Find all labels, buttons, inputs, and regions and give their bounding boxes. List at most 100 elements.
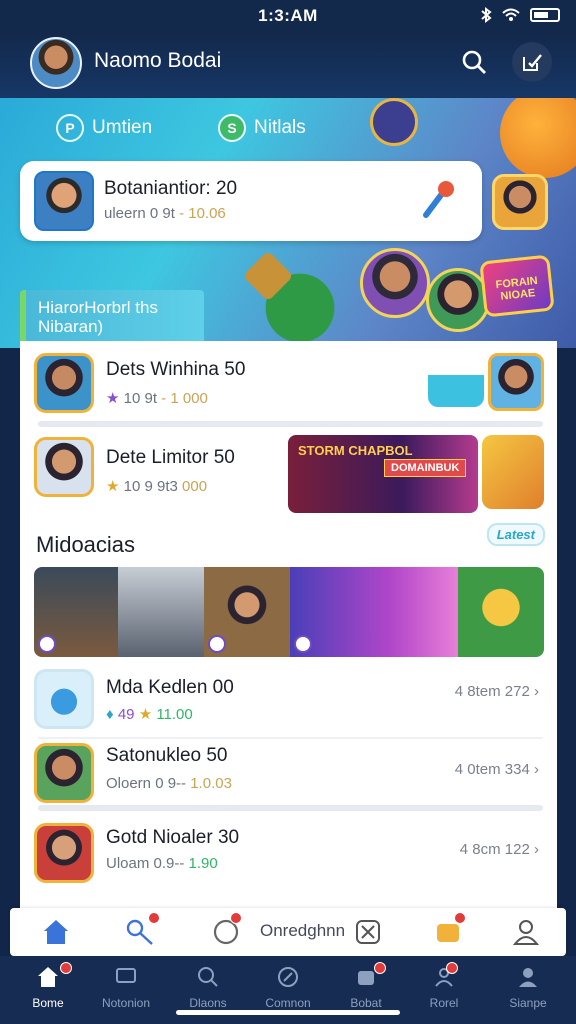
gallery-tile[interactable]	[290, 567, 458, 657]
content-panel: Dets Winhina 50 ★ 10 9t - 1 000 Dete Lim…	[20, 341, 557, 908]
hero-game-badge[interactable]	[492, 174, 548, 230]
tab-dlaons[interactable]: Dlaons	[168, 964, 248, 1010]
gallery-tile[interactable]	[204, 567, 290, 657]
compose-icon	[523, 54, 542, 71]
list-item-count-value: 4 8cm 122	[459, 841, 530, 858]
play-icon	[294, 635, 312, 653]
scissors-icon	[356, 920, 380, 944]
scissors-button[interactable]	[352, 916, 384, 948]
list-item[interactable]: Mda Kedlen 00 ♦ 49 ★ 11.00 4 8tem 272 ›	[20, 667, 557, 741]
tab-umtien[interactable]: P Umtien	[56, 114, 152, 142]
home-action-button[interactable]	[40, 916, 72, 948]
p-circle-icon: P	[56, 114, 84, 142]
media-gallery	[34, 567, 544, 657]
tab-home-label: Bome	[32, 996, 64, 1010]
list-item[interactable]: Gotd Nioaler 30 Uloam 0.9-- 1.90 4 8cm 1…	[20, 821, 557, 895]
list-item-meta-prefix: 49	[117, 706, 135, 723]
search-people-button[interactable]	[124, 912, 160, 948]
play-icon	[208, 635, 226, 653]
gallery-tile[interactable]	[118, 567, 204, 657]
promo-badge[interactable]: FORAIN NIOAE	[479, 254, 555, 318]
tab-bobat[interactable]: Bobat	[326, 962, 406, 1010]
star-icon: ★	[106, 478, 120, 495]
promo-banner[interactable]: STORM CHAPBOL DOMAINBUK	[288, 435, 478, 513]
chevron-right-icon: ›	[534, 761, 539, 778]
play-icon	[38, 635, 56, 653]
tab-home[interactable]: Bome	[8, 962, 88, 1010]
featured-card[interactable]: Botaniantior: 20 uleern 0 9t - 10.06	[20, 161, 482, 241]
list-item-meta-prefix: Uloam 0.9--	[106, 855, 185, 872]
list-item-count-value: 4 0tem 334	[454, 761, 530, 778]
gem-icon: ♦	[106, 706, 114, 723]
notification-dot	[446, 962, 458, 974]
list-item-avatar	[34, 353, 94, 413]
message-button[interactable]	[210, 912, 242, 948]
list-item-meta: ★ 10 9 9t3 000	[106, 477, 207, 495]
status-icons	[480, 7, 560, 23]
list-item-title: Mda Kedlen 00	[106, 677, 234, 698]
user-icon	[512, 920, 540, 945]
list-item[interactable]: Satonukleo 50 Oloern 0 9-- 1.0.03 4 0tem…	[20, 741, 557, 809]
profile-avatar[interactable]	[30, 37, 82, 89]
tab-rorel[interactable]: Rorel	[404, 962, 484, 1010]
chevron-right-icon: ›	[534, 841, 539, 858]
gift-button[interactable]	[432, 912, 466, 948]
search-button[interactable]	[456, 44, 492, 80]
battery-icon	[530, 8, 560, 22]
star-icon: ★	[106, 390, 120, 407]
notification-dot	[374, 962, 386, 974]
home-icon	[44, 920, 68, 944]
game-tile[interactable]	[482, 435, 544, 509]
search-icon	[195, 964, 221, 990]
list-item-count: 4 0tem 334 ›	[455, 761, 539, 778]
home-icon	[35, 964, 61, 990]
star-icon: ★	[138, 706, 153, 723]
list-item-meta-value: 000	[182, 478, 208, 495]
tab-comnon-label: Comnon	[265, 996, 311, 1010]
featured-meta-value: - 10.06	[179, 205, 226, 222]
wifi-icon	[502, 8, 520, 21]
list-item-avatar	[34, 437, 94, 497]
tab-nitlals[interactable]: S Nitlals	[218, 114, 306, 142]
tab-comnon[interactable]: Comnon	[248, 964, 328, 1010]
bluetooth-icon	[481, 7, 492, 23]
tab-rorel-label: Rorel	[429, 996, 459, 1010]
action-label: Onredghnn	[260, 921, 346, 940]
list-item-avatar	[34, 743, 94, 803]
user-name: Naomo Bodai	[94, 49, 222, 72]
gallery-tile[interactable]	[34, 567, 118, 657]
list-item-meta-value: - 1 000	[161, 390, 208, 407]
list-item-game-thumb[interactable]	[488, 353, 544, 411]
tab-bobat-label: Bobat	[350, 996, 382, 1010]
list-item-count-value: 4 8tem 272	[454, 683, 530, 700]
list-item-meta-value: 1.90	[188, 855, 218, 872]
section-title: Midoacias	[36, 532, 136, 557]
tab-notonion-label: Notonion	[101, 996, 151, 1010]
status-bar: 1:3:AM	[0, 0, 576, 34]
profile-button[interactable]	[510, 916, 542, 948]
tab-sianpe[interactable]: Sianpe	[488, 964, 568, 1010]
pin-icon[interactable]	[418, 177, 460, 221]
list-item-meta-prefix: 10 9 9t3	[123, 478, 178, 495]
list-item-meta-prefix: 10 9t	[123, 390, 157, 407]
gallery-tile[interactable]	[458, 567, 544, 657]
compass-icon	[275, 964, 301, 990]
tab-dlaons-label: Dlaons	[189, 996, 227, 1010]
app-header: Naomo Bodai	[0, 34, 576, 98]
tab-notonion[interactable]: Notonion	[86, 964, 166, 1010]
list-item-meta: Uloam 0.9-- 1.90	[106, 855, 218, 872]
hero-tabs: P Umtien S Nitlals	[0, 114, 576, 148]
list-item-avatar	[34, 669, 94, 729]
divider	[38, 737, 543, 739]
message-square-icon	[113, 964, 139, 990]
list-item-title: Dets Winhina 50	[106, 359, 246, 380]
list-item-meta: ★ 10 9t - 1 000	[106, 389, 208, 407]
list-item-avatar	[34, 823, 94, 883]
notification-dot	[454, 912, 466, 924]
list-item[interactable]: Dets Winhina 50 ★ 10 9t - 1 000	[20, 351, 557, 427]
compose-button[interactable]	[512, 42, 552, 82]
list-item-meta-prefix: Oloern 0 9--	[106, 775, 187, 792]
action-bar: Onredghnn	[10, 908, 566, 956]
latest-badge[interactable]: Latest	[486, 523, 545, 546]
promo-banner-title: STORM CHAPBOL	[298, 443, 413, 458]
